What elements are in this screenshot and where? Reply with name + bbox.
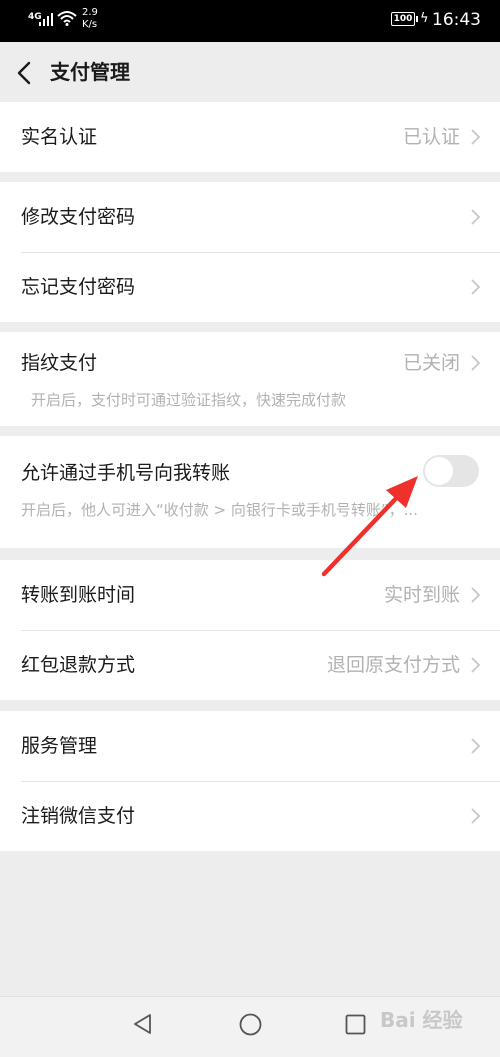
chevron-right-icon [471, 355, 481, 371]
red-packet-refund-value: 退回原支付方式 [326, 654, 460, 676]
speed-value: 2.9 [82, 7, 98, 18]
fingerprint-group: 指纹支付 已关闭 开启后，支付时可通过验证指纹，快速完成付款 [0, 332, 500, 426]
chevron-right-icon [471, 808, 481, 824]
transfer-group: 转账到账时间 实时到账 红包退款方式 退回原支付方式 [0, 560, 500, 700]
signal-icon [39, 13, 53, 26]
red-packet-refund-label: 红包退款方式 [21, 654, 136, 676]
red-packet-refund-row[interactable]: 红包退款方式 退回原支付方式 [0, 630, 500, 700]
home-circle-icon[interactable] [239, 1013, 262, 1036]
status-bar: 4G 2.9 K/s 100 ϟ 16:43 [0, 0, 500, 42]
cancel-wechat-pay-label: 注销微信支付 [21, 805, 136, 827]
chevron-right-icon [471, 657, 481, 673]
service-group: 服务管理 注销微信支付 [0, 711, 500, 851]
real-name-status: 已认证 [402, 126, 460, 148]
nav-bar: 支付管理 [0, 42, 500, 102]
clock: 16:43 [432, 10, 481, 30]
fingerprint-status: 已关闭 [402, 352, 460, 374]
cancel-wechat-pay-row[interactable]: 注销微信支付 [0, 781, 500, 851]
battery-icon: 100 [391, 12, 418, 26]
phone-transfer-toggle[interactable] [423, 455, 479, 487]
fingerprint-label: 指纹支付 [21, 352, 98, 374]
annotation-arrow-icon [321, 476, 418, 577]
forgot-password-row[interactable]: 忘记支付密码 [0, 252, 500, 322]
fingerprint-description: 开启后，支付时可通过验证指纹，快速完成付款 [31, 391, 347, 409]
change-password-row[interactable]: 修改支付密码 [0, 182, 500, 252]
chevron-right-icon [471, 279, 481, 295]
wifi-icon [57, 11, 77, 26]
real-name-label: 实名认证 [21, 126, 98, 148]
speed-unit: K/s [82, 19, 98, 30]
transfer-time-value: 实时到账 [383, 584, 460, 606]
fingerprint-row[interactable]: 指纹支付 已关闭 开启后，支付时可通过验证指纹，快速完成付款 [0, 332, 500, 426]
page-title: 支付管理 [50, 60, 130, 84]
chevron-right-icon [471, 129, 481, 145]
service-manage-label: 服务管理 [21, 735, 98, 757]
service-manage-row[interactable]: 服务管理 [0, 711, 500, 781]
recents-square-icon[interactable] [345, 1014, 366, 1035]
real-name-row[interactable]: 实名认证 已认证 [0, 102, 500, 172]
identity-group: 实名认证 已认证 [0, 102, 500, 172]
network-speed: 2.9 K/s [82, 7, 98, 31]
chevron-right-icon [471, 587, 481, 603]
change-password-label: 修改支付密码 [21, 206, 136, 228]
back-arrow-icon[interactable] [14, 60, 36, 86]
charging-icon: ϟ [420, 11, 429, 26]
password-group: 修改支付密码 忘记支付密码 [0, 182, 500, 322]
phone-transfer-label: 允许通过手机号向我转账 [21, 462, 231, 484]
toggle-knob [425, 457, 453, 485]
watermark: Bai 经验 [380, 1008, 463, 1032]
chevron-right-icon [471, 209, 481, 225]
transfer-time-label: 转账到账时间 [21, 584, 136, 606]
back-triangle-icon[interactable] [132, 1013, 154, 1035]
forgot-password-label: 忘记支付密码 [21, 276, 136, 298]
chevron-right-icon [471, 738, 481, 754]
